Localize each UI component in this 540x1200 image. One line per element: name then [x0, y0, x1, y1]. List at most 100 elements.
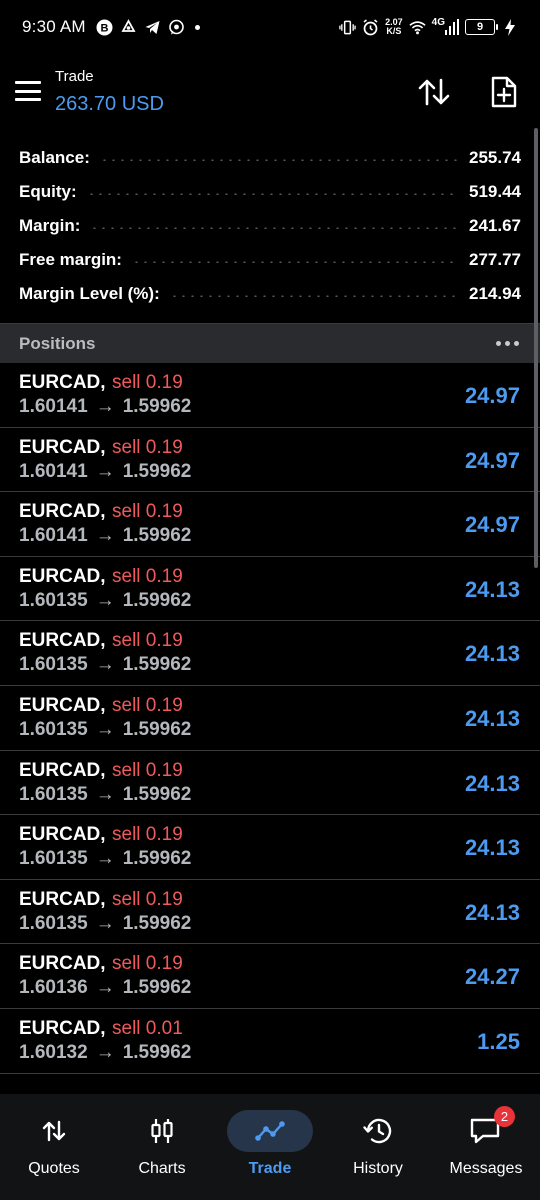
scrollbar[interactable] — [534, 128, 538, 568]
nav-trade[interactable]: Trade — [216, 1094, 324, 1200]
open-price: 1.60132 — [19, 1041, 88, 1063]
current-price: 1.59962 — [122, 589, 192, 611]
nav-messages[interactable]: 2 Messages — [432, 1094, 540, 1200]
status-right-icons: 2.07 K/S 4G 9 — [339, 16, 518, 36]
nav-charts[interactable]: Charts — [108, 1094, 216, 1200]
messages-badge: 2 — [494, 1106, 515, 1127]
position-prices: 1.60135 → 1.59962 — [19, 719, 191, 741]
summary-label: Free margin: — [19, 250, 122, 269]
position-profit: 24.13 — [464, 576, 520, 602]
position-profit: 24.13 — [464, 835, 520, 861]
bottom-nav: Quotes Charts Trade History 2 Messages — [0, 1094, 540, 1200]
battery-level: 9 — [476, 21, 484, 33]
position-profit: 24.13 — [464, 705, 520, 731]
trade-icon — [227, 1110, 313, 1152]
positions-list: EURCAD, sell 0.19 1.60141 → 1.59962 24.97 … — [0, 363, 540, 1074]
position-profit: 24.27 — [464, 964, 520, 990]
signal-icon: 4G — [431, 16, 459, 36]
position-prices: 1.60141 → 1.59962 — [19, 461, 191, 483]
position-row[interactable]: EURCAD, sell 0.19 1.60141 → 1.59962 24.97 — [0, 363, 540, 428]
position-symbol: EURCAD, — [19, 759, 106, 781]
position-row[interactable]: EURCAD, sell 0.19 1.60135 → 1.59962 24.13 — [0, 621, 540, 686]
current-price: 1.59962 — [122, 1041, 192, 1063]
price-arrow-icon: → — [95, 848, 115, 870]
current-price: 1.59962 — [122, 848, 192, 870]
position-prices: 1.60135 → 1.59962 — [19, 848, 191, 870]
position-profit: 24.97 — [464, 383, 520, 408]
position-type: sell 0.19 — [112, 372, 183, 393]
more-options-icon[interactable] — [496, 341, 521, 346]
position-prices: 1.60135 → 1.59962 — [19, 913, 191, 935]
network-type: 4G — [431, 16, 445, 28]
position-symbol: EURCAD, — [19, 372, 106, 393]
position-prices: 1.60135 → 1.59962 — [19, 654, 191, 676]
dotted-leader — [90, 226, 459, 229]
position-row[interactable]: EURCAD, sell 0.19 1.60141 → 1.59962 24.97 — [0, 492, 540, 557]
price-arrow-icon: → — [95, 1041, 115, 1063]
status-left-icons: B — [96, 18, 200, 36]
position-type: sell 0.19 — [112, 501, 183, 523]
dotted-leader — [169, 294, 459, 297]
position-type: sell 0.19 — [112, 824, 183, 846]
nav-label: Messages — [449, 1160, 523, 1177]
dotted-leader — [86, 192, 459, 195]
summary-value: 241.67 — [469, 216, 521, 235]
summary-label: Margin: — [19, 216, 81, 235]
position-row[interactable]: EURCAD, sell 0.19 1.60141 → 1.59962 24.97 — [0, 428, 540, 493]
summary-label: Margin Level (%): — [19, 284, 160, 303]
position-profit: 24.13 — [464, 770, 520, 796]
position-row[interactable]: EURCAD, sell 0.19 1.60135 → 1.59962 24.13 — [0, 557, 540, 622]
open-price: 1.60141 — [19, 460, 88, 482]
summary-value: 277.77 — [469, 250, 521, 269]
summary-value: 519.44 — [469, 182, 521, 201]
dotted-leader — [99, 158, 459, 161]
summary-label: Balance: — [19, 148, 90, 167]
summary-row-free-margin: Free margin: 277.77 — [0, 243, 540, 277]
summary-value: 255.74 — [469, 148, 521, 167]
position-row[interactable]: EURCAD, sell 0.19 1.60135 → 1.59962 24.13 — [0, 686, 540, 751]
price-arrow-icon: → — [95, 525, 115, 547]
charging-icon — [501, 18, 518, 36]
nav-quotes[interactable]: Quotes — [0, 1094, 108, 1200]
position-prices: 1.60136 → 1.59962 — [19, 977, 191, 999]
nav-history[interactable]: History — [324, 1094, 432, 1200]
position-row[interactable]: EURCAD, sell 0.19 1.60135 → 1.59962 24.13 — [0, 880, 540, 945]
alarm-icon — [362, 18, 379, 36]
position-type: sell 0.19 — [112, 630, 183, 652]
vibrate-icon — [339, 19, 356, 36]
position-row[interactable]: EURCAD, sell 0.19 1.60136 → 1.59962 24.27 — [0, 944, 540, 1009]
position-symbol: EURCAD, — [19, 953, 106, 975]
position-type: sell 0.19 — [112, 888, 183, 910]
nav-label: Quotes — [28, 1160, 80, 1177]
price-arrow-icon: → — [95, 977, 115, 999]
open-price: 1.60135 — [19, 589, 88, 611]
recycle-icon — [120, 18, 137, 36]
menu-icon[interactable] — [14, 78, 42, 104]
current-price: 1.59962 — [122, 396, 192, 417]
position-row[interactable]: EURCAD, sell 0.19 1.60135 → 1.59962 24.13 — [0, 815, 540, 880]
position-row[interactable]: EURCAD, sell 0.01 1.60132 → 1.59962 1.25 — [0, 1009, 540, 1074]
position-type: sell 0.01 — [112, 1017, 183, 1039]
new-order-icon[interactable] — [486, 74, 522, 110]
svg-text:B: B — [100, 22, 108, 34]
position-prices: 1.60132 → 1.59962 — [19, 1042, 191, 1064]
nav-label: History — [353, 1160, 403, 1177]
current-price: 1.59962 — [122, 654, 192, 676]
account-summary: Balance: 255.74 Equity: 519.44 Margin: 2… — [0, 141, 540, 311]
telegram-icon — [144, 19, 161, 36]
positions-title: Positions — [19, 333, 96, 353]
open-price: 1.60135 — [19, 912, 88, 934]
current-price: 1.59962 — [122, 460, 192, 482]
sort-icon[interactable] — [416, 74, 452, 110]
position-type: sell 0.19 — [112, 436, 183, 458]
net-speed: 2.07 K/S — [385, 18, 403, 36]
current-price: 1.59962 — [122, 525, 192, 547]
current-price: 1.59962 — [122, 912, 192, 934]
price-arrow-icon: → — [95, 718, 115, 740]
position-row[interactable]: EURCAD, sell 0.19 1.60135 → 1.59962 24.13 — [0, 751, 540, 816]
summary-row-equity: Equity: 519.44 — [0, 175, 540, 209]
price-arrow-icon: → — [95, 654, 115, 676]
position-profit: 24.97 — [464, 447, 520, 473]
open-price: 1.60135 — [19, 654, 88, 676]
app-header: Trade 263.70 USD — [0, 56, 540, 132]
